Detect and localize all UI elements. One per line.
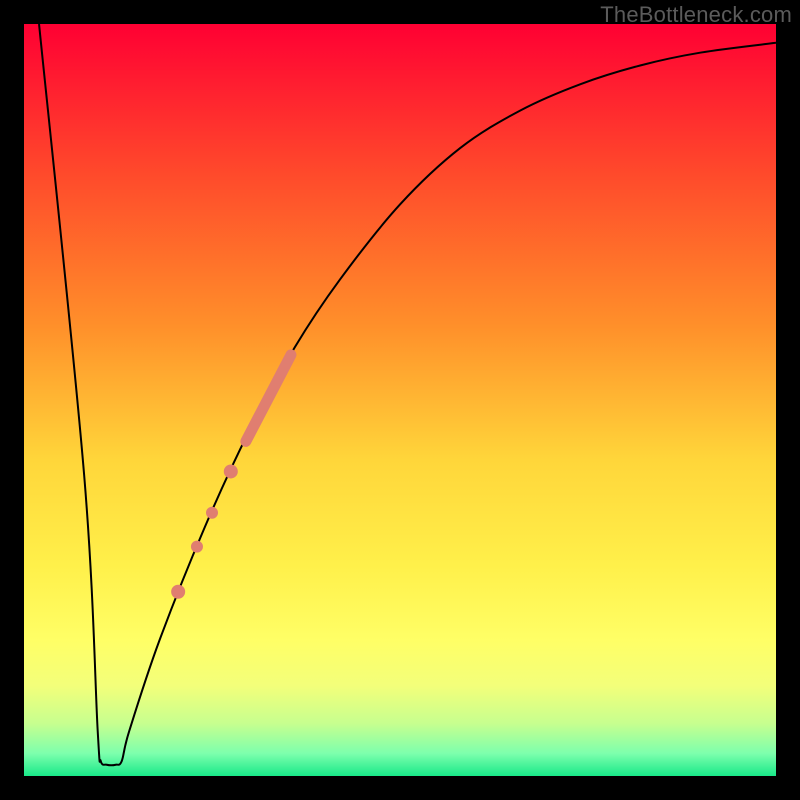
marker-dot-1 [224,464,238,478]
marker-dot-4 [171,585,185,599]
plot-area [24,24,776,776]
marker-dot-2 [206,507,218,519]
watermark-text: TheBottleneck.com [600,2,792,28]
gradient-background [24,24,776,776]
marker-dot-3 [191,541,203,553]
chart-svg [24,24,776,776]
outer-frame: TheBottleneck.com [0,0,800,800]
